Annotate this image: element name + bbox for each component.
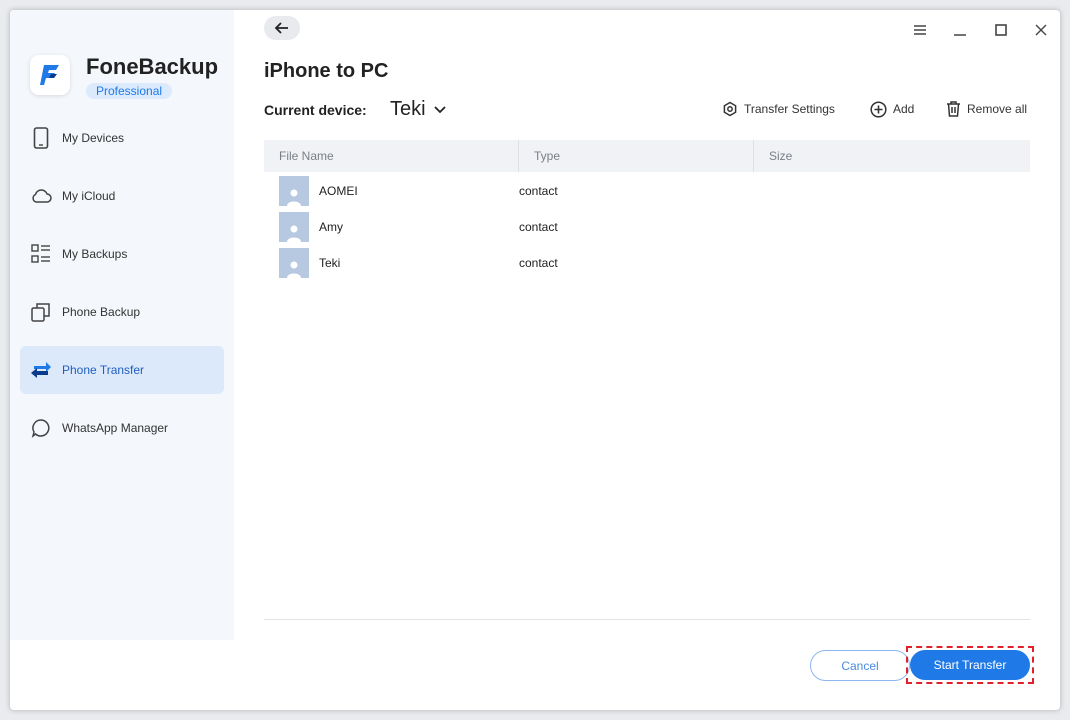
start-transfer-button[interactable]: Start Transfer xyxy=(910,650,1030,680)
contact-avatar-icon xyxy=(279,248,309,278)
cloud-icon xyxy=(30,185,52,207)
main-panel: iPhone to PC Current device: Teki Transf… xyxy=(234,10,1060,710)
device-select[interactable]: Teki xyxy=(390,98,446,121)
add-circle-icon xyxy=(870,100,887,118)
chat-icon xyxy=(30,417,52,439)
file-name-cell: Amy xyxy=(264,212,519,242)
file-type: contact xyxy=(519,220,558,234)
start-transfer-highlight: Start Transfer xyxy=(906,646,1034,684)
trash-icon xyxy=(946,101,961,117)
app-name: FoneBackup xyxy=(86,54,219,79)
sidebar-item-phone-backup[interactable]: Phone Backup xyxy=(20,288,224,336)
contact-avatar-icon xyxy=(279,212,309,242)
minimize-button[interactable] xyxy=(948,18,972,42)
file-name: Amy xyxy=(319,220,343,234)
file-type: contact xyxy=(519,256,558,270)
menu-button[interactable] xyxy=(908,18,932,42)
file-name: AOMEI xyxy=(319,184,358,198)
edition-badge: Professional xyxy=(86,83,173,99)
file-name-cell: AOMEI xyxy=(264,176,519,206)
minimize-icon xyxy=(954,34,966,36)
add-label: Add xyxy=(893,102,915,116)
menu-icon xyxy=(914,25,926,35)
column-header-size[interactable]: Size xyxy=(754,140,1030,172)
sidebar-item-label: Phone Transfer xyxy=(62,363,145,377)
maximize-icon xyxy=(995,24,1007,36)
list-icon xyxy=(30,243,52,265)
phone-icon xyxy=(30,127,52,149)
file-type: contact xyxy=(519,184,558,198)
app-window: FoneBackup Professional My Devices My iC… xyxy=(10,10,1060,710)
settings-icon xyxy=(722,101,738,117)
sidebar-item-label: My iCloud xyxy=(62,189,116,203)
transfer-settings-button[interactable]: Transfer Settings xyxy=(722,99,835,119)
sidebar-item-my-backups[interactable]: My Backups xyxy=(20,230,224,278)
file-name: Teki xyxy=(319,256,341,270)
device-select-value: Teki xyxy=(390,98,426,120)
sidebar-item-my-icloud[interactable]: My iCloud xyxy=(20,172,224,220)
copy-icon xyxy=(30,301,52,323)
contact-avatar-icon xyxy=(279,176,309,206)
maximize-button[interactable] xyxy=(989,18,1013,42)
close-button[interactable] xyxy=(1029,18,1053,42)
sidebar-item-label: Phone Backup xyxy=(62,305,141,319)
sidebar-item-label: My Backups xyxy=(62,247,128,261)
page-title: iPhone to PC xyxy=(264,60,389,82)
column-header-file-name[interactable]: File Name xyxy=(264,140,519,172)
back-button[interactable] xyxy=(264,16,300,40)
cancel-button[interactable]: Cancel xyxy=(810,650,910,681)
remove-all-label: Remove all xyxy=(967,102,1028,116)
table-row[interactable]: Amy contact xyxy=(264,209,1030,245)
arrow-left-icon xyxy=(274,22,288,34)
column-header-type[interactable]: Type xyxy=(519,140,754,172)
sidebar-item-my-devices[interactable]: My Devices xyxy=(20,114,224,162)
chevron-down-icon xyxy=(433,105,446,113)
add-button[interactable]: Add xyxy=(870,99,914,119)
app-logo xyxy=(30,55,70,95)
sidebar-item-label: WhatsApp Manager xyxy=(62,421,169,435)
transfer-settings-label: Transfer Settings xyxy=(744,102,835,116)
sidebar-item-whatsapp-manager[interactable]: WhatsApp Manager xyxy=(20,404,224,452)
table-row[interactable]: Teki contact xyxy=(264,245,1030,281)
file-name-cell: Teki xyxy=(264,248,519,278)
table-row[interactable]: AOMEI contact xyxy=(264,173,1030,209)
sidebar-item-phone-transfer[interactable]: Phone Transfer xyxy=(20,346,224,394)
footer-divider xyxy=(264,619,1030,620)
transfer-icon xyxy=(30,359,52,381)
sidebar-item-label: My Devices xyxy=(62,131,125,145)
sidebar: FoneBackup Professional My Devices My iC… xyxy=(10,10,234,640)
current-device-label: Current device: xyxy=(264,102,367,118)
table-header: File Name Type Size xyxy=(264,140,1030,172)
remove-all-button[interactable]: Remove all xyxy=(946,99,1027,119)
sidebar-nav: My Devices My iCloud My Backups Phone Ba… xyxy=(20,114,224,462)
close-icon xyxy=(1035,24,1047,36)
